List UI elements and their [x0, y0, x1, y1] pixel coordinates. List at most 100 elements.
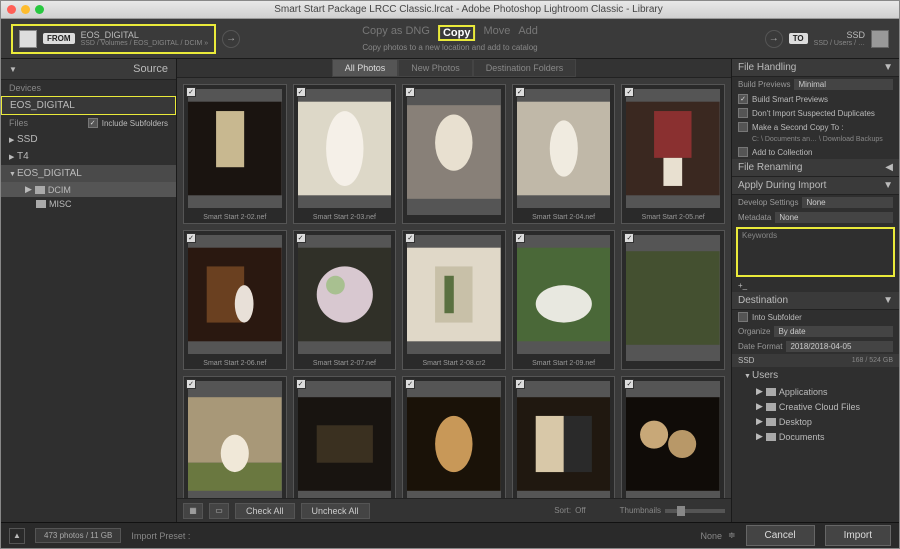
from-source-box[interactable]: FROM EOS_DIGITAL SSD / Volumes / EOS_DIG… — [11, 24, 216, 54]
thumbnail-image — [298, 381, 392, 498]
into-subfolder-checkbox[interactable] — [738, 312, 748, 322]
thumbnail-image — [407, 89, 501, 215]
thumbnail-checkbox[interactable]: ✓ — [624, 233, 634, 243]
volume-t4[interactable]: ▶T4 — [1, 148, 176, 165]
organize-select[interactable]: By date — [774, 326, 893, 337]
move-button[interactable]: Move — [483, 25, 510, 41]
files-header: Files — [9, 118, 28, 128]
cancel-button[interactable]: Cancel — [746, 525, 815, 546]
add-button[interactable]: Add — [518, 25, 538, 41]
thumbnail-cell[interactable]: ✓Smart Start 2-08.cr2 — [402, 230, 506, 370]
smart-previews-checkbox[interactable]: ✓ — [738, 94, 748, 104]
import-bar: FROM EOS_DIGITAL SSD / Volumes / EOS_DIG… — [1, 19, 899, 59]
thumbnail-checkbox[interactable]: ✓ — [186, 379, 196, 389]
suspected-duplicates-checkbox[interactable] — [738, 108, 748, 118]
thumbnail-checkbox[interactable]: ✓ — [515, 379, 525, 389]
to-device: SSD — [814, 30, 865, 40]
grid-view-button[interactable]: ▦ — [183, 503, 203, 519]
thumbnail-checkbox[interactable]: ✓ — [624, 379, 634, 389]
sort-value[interactable]: Off — [575, 506, 586, 515]
tab-new-photos[interactable]: New Photos — [398, 59, 473, 77]
keywords-input[interactable]: Keywords — [736, 227, 895, 277]
date-format-select[interactable]: 2018/2018-04-05 — [786, 341, 893, 352]
thumbnail-checkbox[interactable]: ✓ — [296, 233, 306, 243]
second-copy-checkbox[interactable] — [738, 122, 748, 132]
thumbnail-cell[interactable]: ✓Smart Start 2-07.nef — [293, 230, 397, 370]
thumbnail-checkbox[interactable]: ✓ — [186, 233, 196, 243]
to-destination-box[interactable]: → TO SSD SSD / Users / … — [759, 30, 889, 48]
thumbnail-checkbox[interactable]: ✓ — [405, 379, 415, 389]
thumbnail-image — [517, 381, 611, 498]
uncheck-all-button[interactable]: Uncheck All — [301, 503, 370, 519]
thumbnail-image — [517, 89, 611, 208]
thumbnail-cell[interactable]: ✓ — [402, 376, 506, 498]
thumbnail-cell[interactable]: ✓ — [402, 84, 506, 224]
thumbnail-cell[interactable]: ✓ — [621, 376, 725, 498]
thumbnail-grid: ✓Smart Start 2-02.nef✓Smart Start 2-03.n… — [177, 78, 731, 498]
dest-folder-users[interactable]: ▼Users — [732, 367, 899, 384]
thumbnail-image — [626, 89, 720, 208]
from-arrow-button[interactable]: → — [222, 30, 240, 48]
thumbnail-cell[interactable]: ✓Smart Start 2-09.nef — [512, 230, 616, 370]
apply-during-import-header[interactable]: Apply During Import▼ — [732, 177, 899, 195]
thumbnail-cell[interactable]: ✓Smart Start 2-02.nef — [183, 84, 287, 224]
source-device-eos[interactable]: EOS_DIGITAL — [1, 96, 176, 115]
zoom-window-button[interactable] — [35, 5, 44, 14]
close-window-button[interactable] — [7, 5, 16, 14]
develop-settings-select[interactable]: None — [802, 197, 893, 208]
metadata-select[interactable]: None — [775, 212, 893, 223]
thumbnail-image — [188, 381, 282, 498]
check-all-button[interactable]: Check All — [235, 503, 295, 519]
dest-folder-item[interactable]: ▶Applications — [732, 384, 899, 399]
thumbnail-cell[interactable]: ✓Smart Start 2-04.nef — [512, 84, 616, 224]
file-renaming-header[interactable]: File Renaming◀ — [732, 159, 899, 177]
add-destination-button[interactable]: +_ — [738, 281, 747, 290]
loupe-view-button[interactable]: ▭ — [209, 503, 229, 519]
volume-ssd[interactable]: ▶SSD — [1, 131, 176, 148]
expand-button[interactable]: ▲ — [9, 528, 25, 544]
tab-destination-folders[interactable]: Destination Folders — [473, 59, 577, 77]
import-preset-label: Import Preset : — [131, 531, 190, 541]
source-panel-header[interactable]: ▼Source — [1, 59, 176, 80]
thumbnail-cell[interactable]: ✓ — [621, 230, 725, 370]
thumbnail-filename — [622, 365, 724, 369]
thumbnail-image — [626, 381, 720, 498]
thumbnail-cell[interactable]: ✓Smart Start 2-05.nef — [621, 84, 725, 224]
dest-folder-item[interactable]: ▶Creative Cloud Files — [732, 399, 899, 414]
to-arrow-button[interactable]: → — [765, 30, 783, 48]
destination-header[interactable]: Destination▼ — [732, 292, 899, 310]
import-preset-select[interactable]: None — [700, 531, 722, 541]
thumbnail-cell[interactable]: ✓ — [293, 376, 397, 498]
volume-eos-digital[interactable]: ▼EOS_DIGITAL — [1, 165, 176, 182]
add-to-collection-checkbox[interactable] — [738, 147, 748, 157]
import-stats: 473 photos / 11 GB — [35, 528, 121, 543]
thumbnail-cell[interactable]: ✓ — [512, 376, 616, 498]
copy-button[interactable]: Copy — [438, 25, 476, 41]
thumbnail-checkbox[interactable]: ✓ — [296, 379, 306, 389]
thumbnail-size-slider[interactable] — [665, 509, 725, 513]
folder-dcim[interactable]: ▶DCIM — [1, 182, 176, 197]
thumbnail-checkbox[interactable]: ✓ — [515, 87, 525, 97]
dest-folder-item[interactable]: ▶Documents — [732, 429, 899, 444]
thumbnail-checkbox[interactable]: ✓ — [186, 87, 196, 97]
thumbnail-checkbox[interactable]: ✓ — [296, 87, 306, 97]
folder-misc[interactable]: MISC — [1, 197, 176, 211]
thumbnail-image — [188, 89, 282, 208]
thumbnail-checkbox[interactable]: ✓ — [515, 233, 525, 243]
build-previews-select[interactable]: Minimal — [794, 79, 893, 90]
import-button[interactable]: Import — [825, 525, 891, 546]
thumbnail-cell[interactable]: ✓ — [183, 376, 287, 498]
file-handling-header[interactable]: File Handling▼ — [732, 59, 899, 77]
thumbnail-checkbox[interactable]: ✓ — [624, 87, 634, 97]
copy-as-dng-button[interactable]: Copy as DNG — [362, 25, 430, 41]
minimize-window-button[interactable] — [21, 5, 30, 14]
tab-all-photos[interactable]: All Photos — [332, 59, 399, 77]
thumbnail-checkbox[interactable]: ✓ — [405, 87, 415, 97]
include-subfolders-checkbox[interactable]: ✓ — [88, 118, 98, 128]
thumbnail-cell[interactable]: ✓Smart Start 2-06.nef — [183, 230, 287, 370]
dest-folder-item[interactable]: ▶Desktop — [732, 414, 899, 429]
thumbnail-cell[interactable]: ✓Smart Start 2-03.nef — [293, 84, 397, 224]
thumbnail-filename — [403, 219, 505, 223]
thumbnail-checkbox[interactable]: ✓ — [405, 233, 415, 243]
folder-icon — [36, 200, 46, 208]
